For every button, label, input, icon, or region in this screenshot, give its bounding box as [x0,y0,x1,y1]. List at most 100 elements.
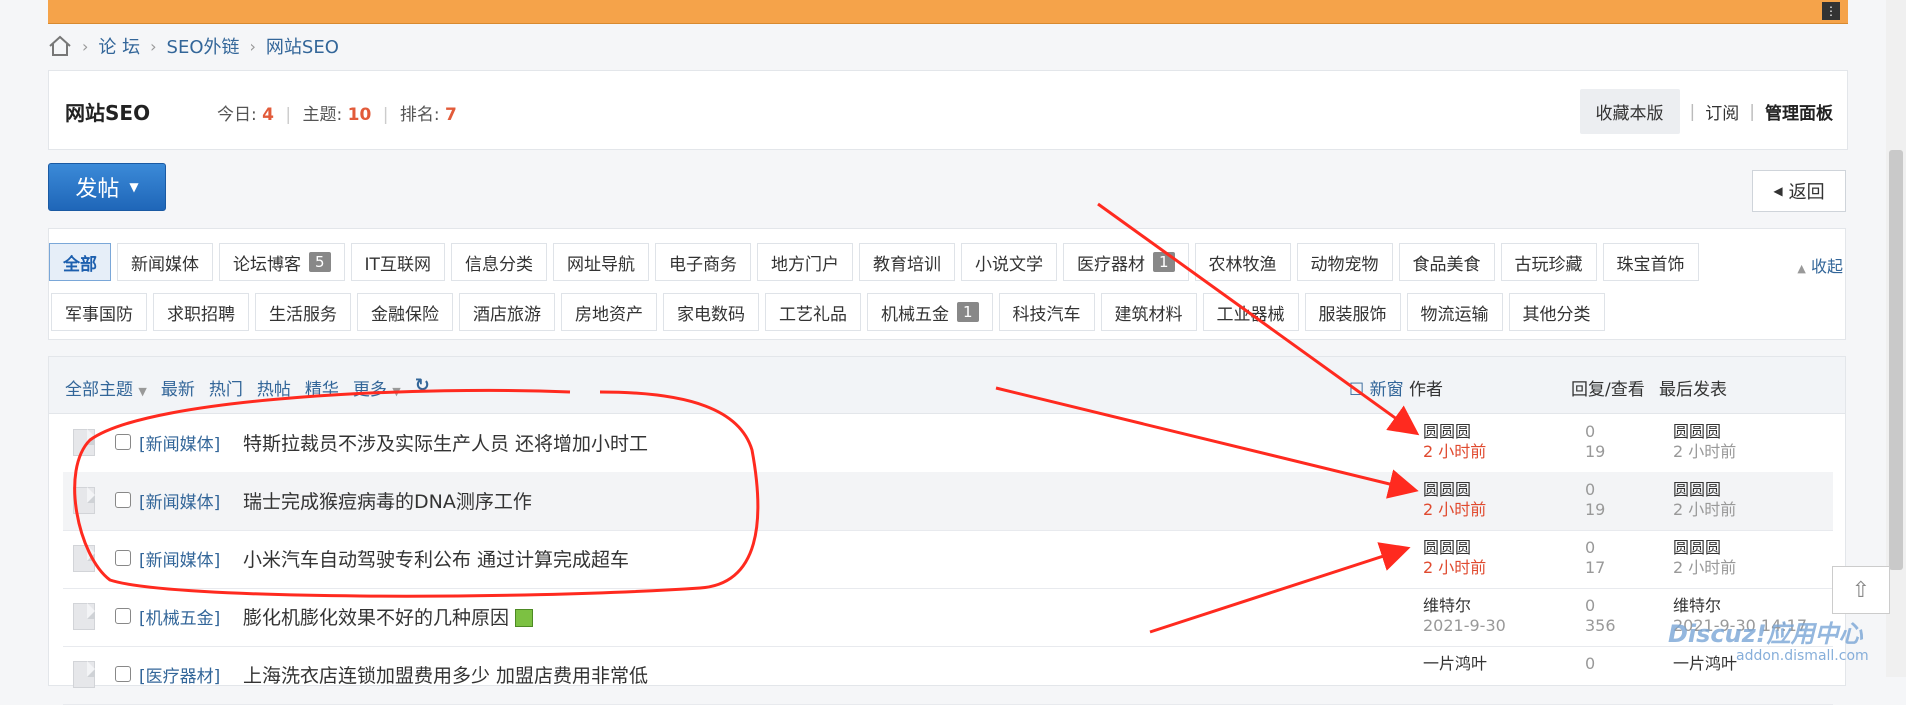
home-icon[interactable] [48,35,72,57]
type-chip[interactable]: 医疗器材 1 [1062,243,1189,281]
thread-title[interactable]: 瑞士完成猴痘病毒的DNA测序工作 [243,491,532,513]
table-row[interactable]: [医疗器材] 上海洗衣店连锁加盟费用多少 加盟店费用非常低 一片鸿叶 0 一片鸿叶 [63,646,1833,705]
last-post-user[interactable]: 圆圆圆 [1673,538,1736,558]
last-post-time[interactable]: 2 小时前 [1673,500,1736,520]
last-post-time[interactable]: 2 小时前 [1673,442,1736,462]
thread-title[interactable]: 特斯拉裁员不涉及实际生产人员 还将增加小时工 [243,433,648,455]
type-chip-label: 信息分类 [464,254,533,275]
type-chip[interactable]: 动物宠物 [1296,243,1393,281]
thread-checkbox[interactable] [115,666,131,682]
reply-count: 0 [1585,538,1596,557]
type-chip[interactable]: 机械五金 1 [867,293,993,331]
type-chip-label: 珠宝首饰 [1616,254,1685,275]
filter-latest[interactable]: 最新 [161,375,195,400]
more-icon[interactable]: ⋮ [1822,2,1840,20]
thread-time: 2 小时前 [1423,558,1487,577]
scrollbar-thumb[interactable] [1889,150,1903,570]
type-chip[interactable]: 食品美食 [1398,243,1495,281]
type-chip[interactable]: 新闻媒体 [117,243,213,281]
thread-checkbox[interactable] [115,608,131,624]
collapse-types-link[interactable]: ▲ 收起 [1797,253,1843,277]
type-chip[interactable]: 家电数码 [663,293,759,331]
type-chip-label: 机械五金 [881,304,949,325]
view-count: 17 [1585,558,1606,577]
type-chip[interactable]: 房地资产 [561,293,657,331]
filter-digest[interactable]: 精华 [305,375,339,400]
new-window-toggle[interactable]: ☐ 新窗 [1349,375,1404,400]
breadcrumb-site-seo[interactable]: 网站SEO [266,33,339,59]
subscribe-link[interactable]: 订阅 [1705,99,1739,124]
thread-author[interactable]: 圆圆圆 [1423,538,1486,558]
back-button[interactable]: ◀ 返回 [1752,170,1846,212]
type-chip[interactable]: 工业器械 [1202,293,1299,331]
type-chip[interactable]: 珠宝首饰 [1602,243,1699,281]
last-post-user[interactable]: 圆圆圆 [1673,480,1736,500]
type-chip[interactable]: 工艺礼品 [765,293,861,331]
table-row[interactable]: [机械五金] 膨化机膨化效果不好的几种原因 维特尔 2021-9-30 0 356 维特尔 2… [63,588,1833,647]
thread-author[interactable]: 圆圆圆 [1423,480,1486,500]
filter-hot-posts[interactable]: 热帖 [257,375,291,400]
thread-author[interactable]: 一片鸿叶 [1423,654,1487,674]
thread-author-cell: 一片鸿叶 [1423,654,1487,674]
thread-checkbox[interactable] [115,550,131,566]
thread-author[interactable]: 维特尔 [1423,596,1506,616]
thread-title[interactable]: 上海洗衣店连锁加盟费用多少 加盟店费用非常低 [243,665,648,687]
type-chip[interactable]: 服装服饰 [1304,293,1401,331]
type-chip[interactable]: 物流运输 [1406,293,1503,331]
thread-category[interactable]: [新闻媒体] [139,488,220,513]
reply-count: 0 [1585,654,1596,673]
last-post-time[interactable]: 2 小时前 [1673,558,1736,578]
refresh-icon[interactable]: ↻ [415,375,430,400]
type-chip[interactable]: 求职招聘 [153,293,249,331]
thread-category[interactable]: [机械五金] [139,604,220,629]
filter-more[interactable]: 更多 ▼ [353,375,401,400]
thread-category[interactable]: [新闻媒体] [139,546,220,571]
breadcrumb-forum[interactable]: 论 坛 [98,33,140,59]
table-row[interactable]: [新闻媒体] 特斯拉裁员不涉及实际生产人员 还将增加小时工 圆圆圆 2 小时前 0 19 圆… [63,414,1833,473]
table-row[interactable]: [新闻媒体] 瑞士完成猴痘病毒的DNA测序工作 圆圆圆 2 小时前 0 19 圆圆圆 2 小时… [63,472,1833,531]
type-chip[interactable]: 酒店旅游 [459,293,555,331]
table-row[interactable]: [新闻媒体] 小米汽车自动驾驶专利公布 通过计算完成超车 圆圆圆 2 小时前 0 17 圆圆… [63,530,1833,589]
type-chip[interactable]: 生活服务 [255,293,351,331]
back-arrow-icon: ◀ [1773,184,1783,198]
breadcrumb-seo-links[interactable]: SEO外链 [167,33,240,59]
thread-author[interactable]: 圆圆圆 [1423,422,1486,442]
thread-checkbox[interactable] [115,492,131,508]
type-chip-label: IT互联网 [364,254,431,275]
new-post-button[interactable]: 发帖 ▼ [48,163,166,211]
favorite-forum-button[interactable]: 收藏本版 [1579,89,1680,134]
filter-hot[interactable]: 热门 [209,375,243,400]
type-chip[interactable]: 全部 [49,243,111,281]
type-chip[interactable]: 古玩珍藏 [1500,243,1597,281]
back-to-top-icon[interactable]: ⇧ [1832,566,1890,614]
thread-title[interactable]: 膨化机膨化效果不好的几种原因 [243,607,509,629]
manage-panel-link[interactable]: 管理面板 [1765,99,1833,124]
type-chip[interactable]: 金融保险 [357,293,453,331]
type-chip[interactable]: 科技汽车 [998,293,1095,331]
type-chip[interactable]: 论坛博客 5 [219,243,345,281]
type-chip[interactable]: 教育培训 [858,243,955,281]
thread-checkbox[interactable] [115,434,131,450]
thread-last-post: 圆圆圆 2 小时前 [1673,480,1736,520]
type-chip[interactable]: 小说文学 [960,243,1057,281]
thread-author-cell: 圆圆圆 2 小时前 [1423,538,1486,578]
type-chip[interactable]: 网址导航 [552,243,649,281]
forum-info-panel: 网站SEO 今日: 4 | 主题: 10 | 排名: 7 收藏本版 | 订阅 |… [48,70,1848,150]
type-chip[interactable]: 其他分类 [1508,293,1605,331]
type-chip[interactable]: IT互联网 [350,243,445,281]
thread-title[interactable]: 小米汽车自动驾驶专利公布 通过计算完成超车 [243,549,629,571]
type-chip[interactable]: 电子商务 [654,243,751,281]
type-chip[interactable]: 地方门户 [756,243,853,281]
today-count: 4 [262,105,274,125]
new-post-label: 发帖 [75,177,120,202]
document-icon [73,429,95,456]
type-chip[interactable]: 信息分类 [450,243,547,281]
type-chip[interactable]: 军事国防 [51,293,147,331]
last-post-user[interactable]: 圆圆圆 [1673,422,1736,442]
filter-all-topics[interactable]: 全部主题 ▼ [65,375,147,400]
type-chip[interactable]: 农林牧渔 [1194,243,1291,281]
thread-category[interactable]: [新闻媒体] [139,430,220,455]
thread-category[interactable]: [医疗器材] [139,662,220,687]
topics-count: 10 [347,105,372,125]
type-chip[interactable]: 建筑材料 [1100,293,1197,331]
